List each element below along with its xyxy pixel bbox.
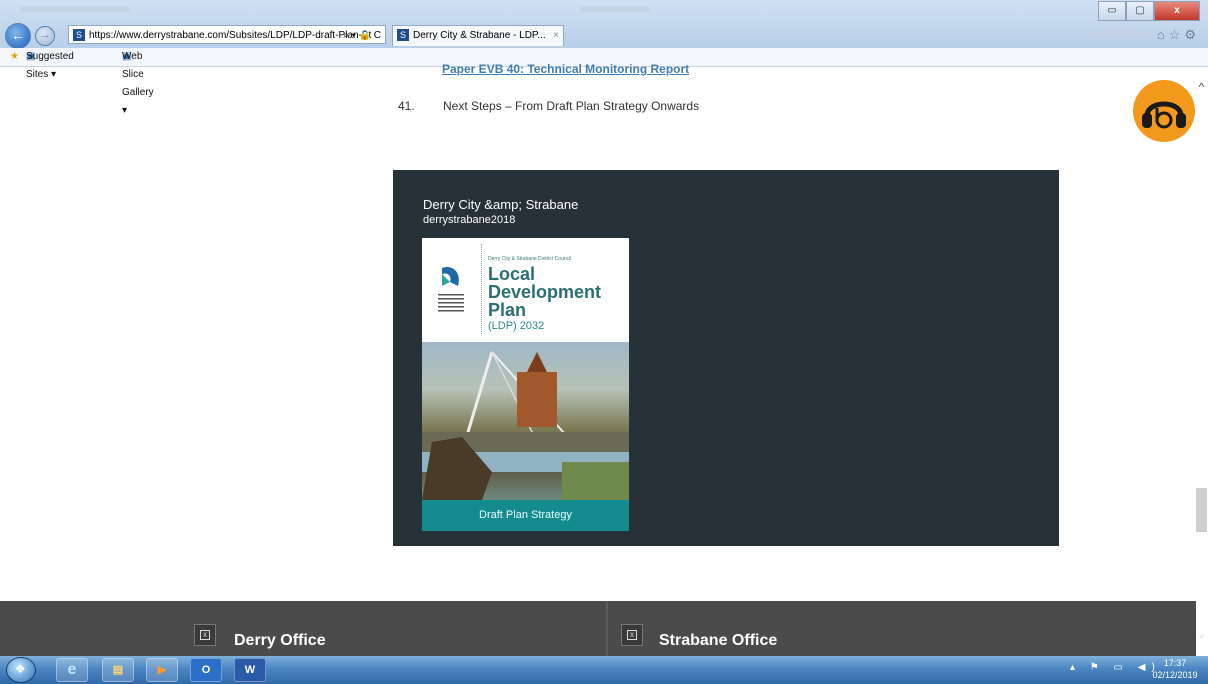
tab-title: Derry City & Strabane - LDP... — [413, 30, 546, 41]
broken-image-icon: x — [194, 624, 216, 646]
word-label: W — [244, 664, 256, 676]
council-logo-icon — [438, 266, 464, 312]
title-bar-placeholder — [580, 6, 650, 12]
tab-close-icon[interactable]: × — [553, 26, 559, 46]
browser-tool-icons[interactable]: ⌂☆⚙ — [1157, 27, 1200, 43]
photo-illustration — [422, 351, 629, 500]
footer-divider — [606, 601, 608, 656]
windows-logo-icon: ❖ — [15, 662, 26, 676]
suggested-sites-label: Suggested Sites ▾ — [26, 51, 74, 80]
peace-bridge-photo — [422, 342, 629, 500]
headphones-icon — [1142, 101, 1186, 129]
file-explorer-taskbar-icon[interactable]: ▤ — [102, 658, 134, 682]
word-taskbar-icon[interactable]: W — [234, 658, 266, 682]
scroll-down-arrow[interactable]: ˅ — [1195, 632, 1208, 643]
title-bar-placeholder — [20, 6, 130, 12]
cover-footer: Draft Plan Strategy — [422, 500, 629, 531]
cover-council-line: Derry City & Strabane District Council — [488, 256, 572, 262]
browser-chrome: ▭ ▢ x ← → Shttps://www.derrystrabane.com… — [0, 0, 1208, 49]
browser-tab[interactable]: S Derry City & Strabane - LDP... × — [392, 25, 564, 46]
cover-title-line-3: Plan — [488, 300, 527, 320]
list-item-number: 41. — [398, 99, 415, 113]
cover-header: Derry City & Strabane District Council L… — [422, 238, 629, 342]
address-url: https://www.derrystrabane.com/Subsites/L… — [89, 30, 372, 41]
cover-divider — [481, 244, 482, 334]
media-player-taskbar-icon[interactable]: ▶ — [146, 658, 178, 682]
forward-arrow-icon: → — [39, 29, 51, 41]
strabane-office-heading: Strabane Office — [659, 632, 778, 649]
embed-handle[interactable]: derrystrabane2018 — [423, 214, 515, 226]
address-bar-actions[interactable]: ⌕ ▾ 🔒 C — [343, 26, 381, 43]
maximize-button[interactable]: ▢ — [1126, 1, 1154, 21]
navigation-row: ← → Shttps://www.derrystrabane.com/Subsi… — [0, 22, 1208, 49]
site-favicon-icon: S — [73, 29, 85, 42]
cover-title-line-1: Local — [488, 264, 536, 284]
windows-taskbar — [0, 656, 1208, 684]
outlook-label: O — [201, 664, 211, 676]
clock-time[interactable]: 17:37 — [1150, 658, 1200, 668]
embed-account-name[interactable]: Derry City &amp; Strabane — [423, 197, 578, 212]
cover-title-line-2: Development — [488, 282, 602, 302]
web-slice-gallery-label: Web Slice Gallery ▾ — [122, 51, 154, 116]
clock-date[interactable]: 02/12/2019 — [1146, 670, 1204, 680]
derry-office-heading: Derry Office — [234, 632, 326, 649]
title-bar — [0, 0, 1208, 36]
technical-monitoring-report-link[interactable]: Paper EVB 40: Technical Monitoring Repor… — [442, 62, 689, 76]
scroll-up-arrow[interactable]: ^ — [1195, 80, 1208, 94]
broken-image-icon: x — [621, 624, 643, 646]
browsealoud-button[interactable] — [1133, 80, 1195, 142]
internet-explorer-taskbar-icon[interactable]: e — [56, 658, 88, 682]
close-window-button[interactable]: x — [1154, 1, 1200, 21]
window-controls: ▭ ▢ x — [1098, 1, 1200, 21]
list-item-text: Next Steps – From Draft Plan Strategy On… — [443, 99, 700, 113]
favorites-star-icon[interactable]: ★ — [10, 48, 19, 66]
ldp-cover-image[interactable]: Derry City & Strabane District Council L… — [422, 238, 629, 531]
minimize-button[interactable]: ▭ — [1098, 1, 1126, 21]
site-footer — [0, 601, 1196, 656]
address-bar[interactable]: Shttps://www.derrystrabane.com/Subsites/… — [68, 25, 386, 44]
forward-button[interactable]: → — [35, 26, 55, 46]
outlook-taskbar-icon[interactable]: O — [190, 658, 222, 682]
back-button[interactable]: ← — [5, 23, 31, 49]
cover-subtitle: (LDP) 2032 — [488, 320, 545, 332]
scrollbar-thumb[interactable] — [1196, 488, 1207, 532]
tab-favicon-icon: S — [397, 29, 409, 42]
start-button[interactable]: ❖ — [6, 657, 36, 683]
back-arrow-icon: ← — [11, 27, 25, 43]
